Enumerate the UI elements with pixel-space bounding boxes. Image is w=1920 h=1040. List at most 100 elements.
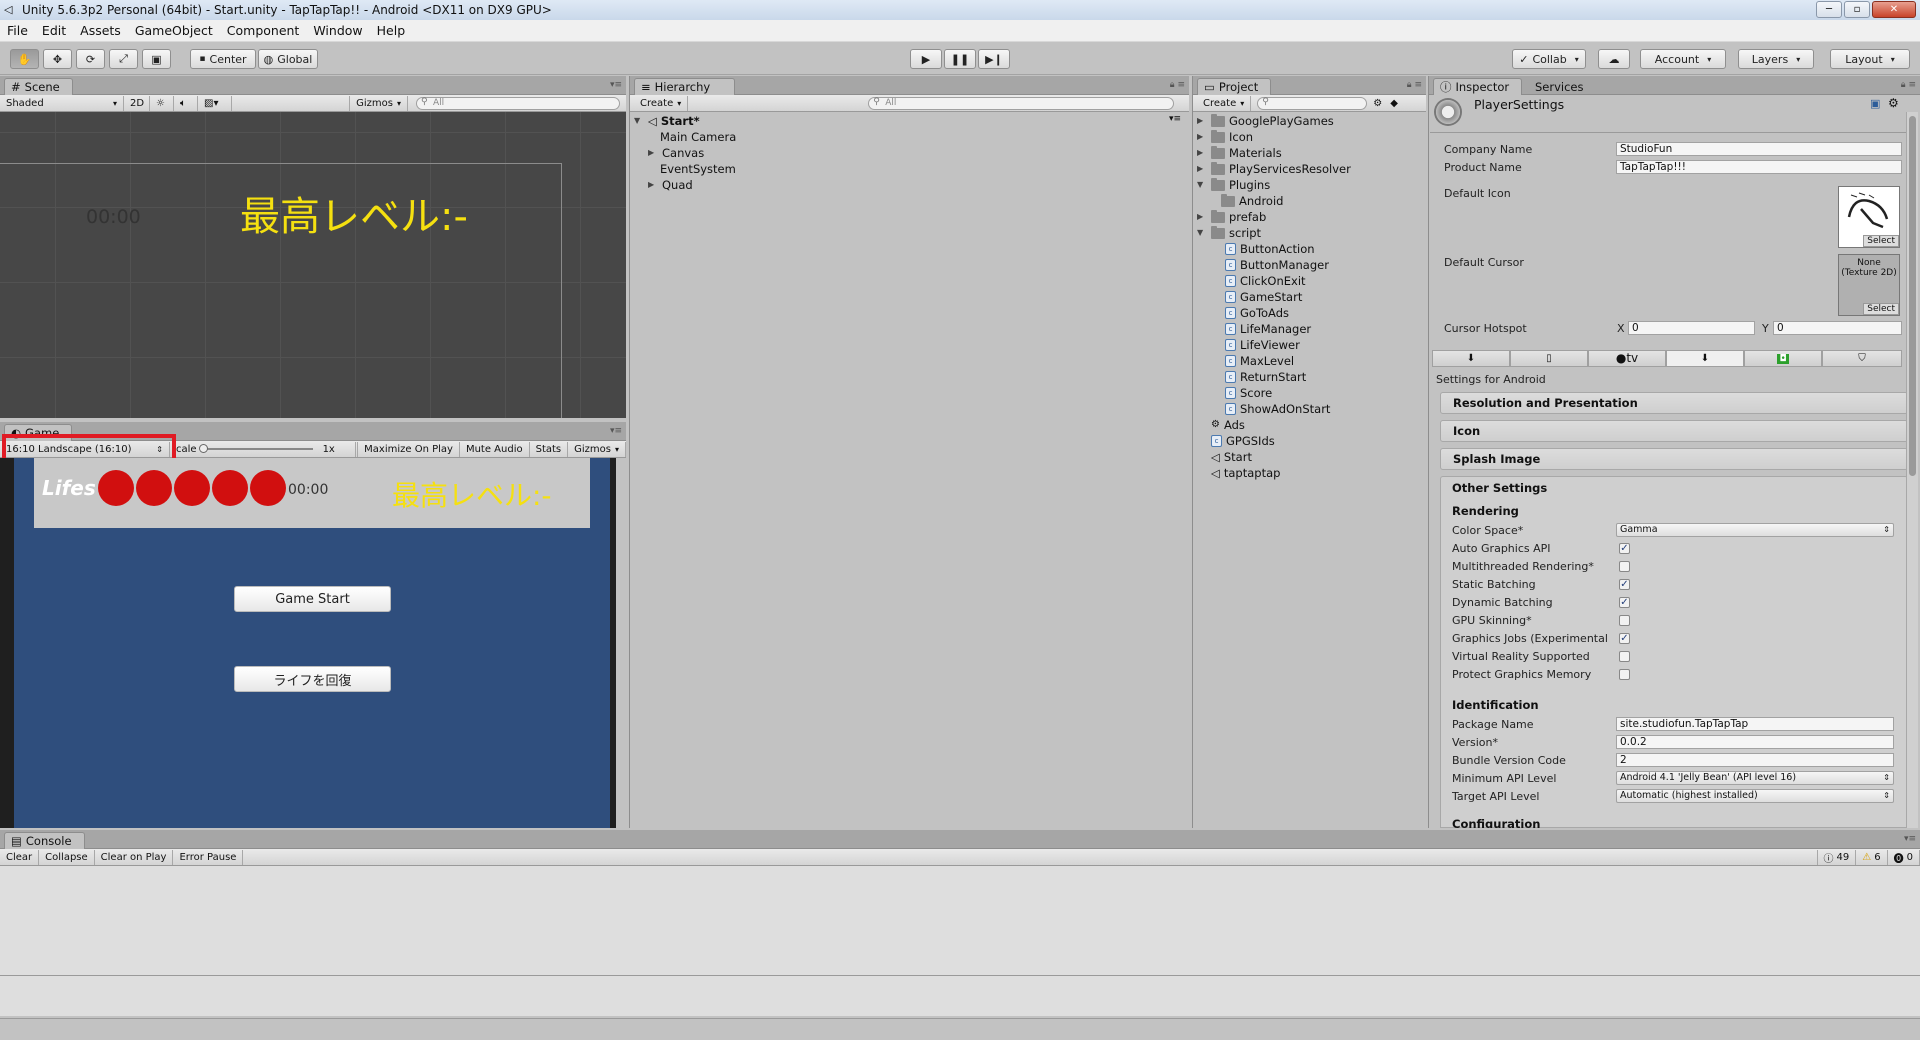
project-folder-row[interactable]: Android bbox=[1221, 193, 1283, 209]
move-tool-icon[interactable]: ✥ bbox=[43, 49, 72, 69]
menu-help[interactable]: Help bbox=[370, 23, 413, 38]
expand-triangle-icon[interactable]: ▼ bbox=[1197, 177, 1207, 193]
tab-hierarchy[interactable]: ≡ Hierarchy bbox=[634, 78, 736, 95]
filter-type-icon[interactable]: ⚙ bbox=[1367, 96, 1388, 111]
layers-dropdown[interactable]: Layers bbox=[1738, 49, 1814, 69]
game-viewport[interactable]: Lifes 00:00 最高レベル:- Game Start ライフを回復 bbox=[0, 458, 626, 828]
minimize-button[interactable]: ─ bbox=[1816, 1, 1842, 18]
script-item[interactable]: c GameStart bbox=[1225, 289, 1302, 305]
hierarchy-item[interactable]: ▶ Quad bbox=[648, 177, 693, 193]
expand-triangle-icon[interactable]: ▶ bbox=[1197, 161, 1207, 177]
step-button[interactable]: ▶❙ bbox=[978, 49, 1010, 69]
script-item[interactable]: c GoToAds bbox=[1225, 305, 1289, 321]
script-item[interactable]: c ButtonManager bbox=[1225, 257, 1329, 273]
2d-toggle[interactable]: 2D bbox=[124, 95, 150, 111]
script-item[interactable]: c ReturnStart bbox=[1225, 369, 1306, 385]
root-asset-item[interactable]: ◁ taptaptap bbox=[1211, 465, 1280, 481]
expand-triangle-icon[interactable]: ▼ bbox=[634, 113, 644, 129]
scale-thumb[interactable] bbox=[198, 444, 208, 453]
product-name-field[interactable]: TapTapTap!!! bbox=[1616, 160, 1902, 174]
console-log-area[interactable] bbox=[0, 866, 1920, 976]
project-folder-row[interactable]: ▶ Materials bbox=[1197, 145, 1282, 161]
stats-toggle[interactable]: Stats bbox=[530, 441, 569, 457]
root-asset-item[interactable]: c GPGSIds bbox=[1211, 433, 1275, 449]
expand-triangle-icon[interactable]: ▶ bbox=[1197, 209, 1207, 225]
log-filter-toggle[interactable]: ⓘ 49 bbox=[1816, 849, 1857, 865]
script-item[interactable]: c LifeViewer bbox=[1225, 337, 1300, 353]
color-space-dropdown[interactable]: Gamma bbox=[1616, 523, 1894, 537]
tab-scene[interactable]: # Scene bbox=[4, 78, 73, 95]
game-canvas[interactable]: Lifes 00:00 最高レベル:- Game Start ライフを回復 bbox=[14, 458, 610, 828]
project-folder-row[interactable]: ▼ Plugins bbox=[1197, 177, 1270, 193]
effects-dropdown[interactable]: ▨▾ bbox=[198, 95, 232, 111]
script-item[interactable]: c LifeManager bbox=[1225, 321, 1311, 337]
project-lock-icon[interactable]: 🔒︎ ≡ bbox=[1407, 80, 1422, 90]
filter-label-icon[interactable]: ◆ bbox=[1388, 96, 1400, 111]
menu-window[interactable]: Window bbox=[306, 23, 369, 38]
recover-life-button[interactable]: ライフを回復 bbox=[234, 666, 391, 692]
script-item[interactable]: c ButtonAction bbox=[1225, 241, 1315, 257]
pivot-global-button[interactable]: ◍ Global bbox=[258, 49, 318, 69]
scene-viewport[interactable]: 00:00 最高レベル:- bbox=[0, 112, 626, 418]
platform-tab-ios[interactable]: ▯ bbox=[1510, 350, 1588, 367]
expand-triangle-icon[interactable]: ▶ bbox=[1197, 145, 1207, 161]
project-search-input[interactable] bbox=[1257, 96, 1368, 110]
scale-slider[interactable]: cale 1x bbox=[170, 441, 356, 457]
multithreaded-rendering-checkbox[interactable] bbox=[1619, 561, 1630, 572]
help-icon[interactable]: ▣ bbox=[1870, 97, 1880, 110]
pause-button[interactable]: ❚❚ bbox=[944, 49, 976, 69]
rotate-tool-icon[interactable]: ⟳ bbox=[76, 49, 105, 69]
warning-filter-toggle[interactable]: ⚠ 6 bbox=[1856, 849, 1888, 865]
console-clear-button[interactable]: Clear bbox=[0, 849, 40, 865]
panel-menu-icon[interactable]: ▾≡ bbox=[610, 80, 622, 90]
scene-root-row[interactable]: ▼ ◁ Start* bbox=[634, 113, 700, 129]
graphics-jobs-checkbox[interactable]: ✓ bbox=[1619, 633, 1630, 644]
platform-tab-android[interactable]: ⬇ bbox=[1666, 350, 1744, 367]
collab-dropdown[interactable]: ✓ Collab bbox=[1512, 49, 1586, 69]
inspector-lock-icon[interactable]: 🔒︎ ≡ bbox=[1901, 80, 1916, 90]
shading-mode-dropdown[interactable]: Shaded bbox=[0, 95, 124, 111]
account-dropdown[interactable]: Account bbox=[1640, 49, 1726, 69]
hotspot-x-field[interactable]: 0 bbox=[1628, 321, 1755, 335]
console-error-pause-button[interactable]: Error Pause bbox=[173, 849, 244, 865]
project-folder-row[interactable]: ▶ GooglePlayGames bbox=[1197, 113, 1334, 129]
bundle-version-code-field[interactable]: 2 bbox=[1616, 753, 1894, 767]
audio-toggle[interactable]: 🔈︎ bbox=[174, 95, 198, 111]
menu-edit[interactable]: Edit bbox=[35, 23, 73, 38]
package-name-field[interactable]: site.studiofun.TapTapTap bbox=[1616, 717, 1894, 731]
scale-tool-icon[interactable]: ⤢ bbox=[109, 49, 138, 69]
game-gizmos-dropdown[interactable]: Gizmos bbox=[568, 441, 626, 457]
static-batching-checkbox[interactable]: ✓ bbox=[1619, 579, 1630, 590]
expand-triangle-icon[interactable]: ▶ bbox=[1197, 129, 1207, 145]
inspector-scrollbar[interactable] bbox=[1906, 112, 1918, 828]
cursor-select-button[interactable]: Select bbox=[1863, 303, 1899, 315]
expand-triangle-icon[interactable]: ▶ bbox=[648, 177, 658, 193]
rect-tool-icon[interactable]: ▣ bbox=[142, 49, 171, 69]
scene-gizmos-dropdown[interactable]: Gizmos bbox=[349, 95, 408, 111]
default-cursor-slot[interactable]: None (Texture 2D) Select bbox=[1838, 254, 1900, 316]
script-item[interactable]: c ClickOnExit bbox=[1225, 273, 1306, 289]
tab-inspector[interactable]: ⓘ Inspector bbox=[1433, 78, 1523, 95]
hierarchy-create-dropdown[interactable]: Create bbox=[634, 95, 689, 111]
menu-assets[interactable]: Assets bbox=[73, 23, 128, 38]
auto-graphics-api-checkbox[interactable]: ✓ bbox=[1619, 543, 1630, 554]
platform-tab-standalone[interactable]: ⬇ bbox=[1432, 350, 1510, 367]
default-icon-slot[interactable]: Select bbox=[1838, 186, 1900, 248]
vr-supported-checkbox[interactable] bbox=[1619, 651, 1630, 662]
component-gear-icon[interactable]: ⚙ bbox=[1888, 96, 1899, 110]
expand-triangle-icon[interactable]: ▶ bbox=[1197, 113, 1207, 129]
protect-graphics-memory-checkbox[interactable] bbox=[1619, 669, 1630, 680]
expand-triangle-icon[interactable]: ▶ bbox=[648, 145, 658, 161]
hierarchy-search-input[interactable]: All bbox=[868, 96, 1175, 110]
company-name-field[interactable]: StudioFun bbox=[1616, 142, 1902, 156]
section-icon[interactable]: Icon bbox=[1440, 420, 1908, 442]
hierarchy-item[interactable]: ▶ Canvas bbox=[648, 145, 704, 161]
section-splash-image[interactable]: Splash Image bbox=[1440, 448, 1908, 470]
mute-audio-toggle[interactable]: Mute Audio bbox=[460, 441, 530, 457]
play-button[interactable]: ▶ bbox=[910, 49, 942, 69]
tab-console[interactable]: ▤ Console bbox=[4, 832, 85, 849]
project-folder-row[interactable]: ▶ prefab bbox=[1197, 209, 1266, 225]
menu-gameobject[interactable]: GameObject bbox=[128, 23, 220, 38]
hotspot-y-field[interactable]: 0 bbox=[1773, 321, 1902, 335]
hand-tool-icon[interactable]: ✋ bbox=[10, 49, 39, 69]
